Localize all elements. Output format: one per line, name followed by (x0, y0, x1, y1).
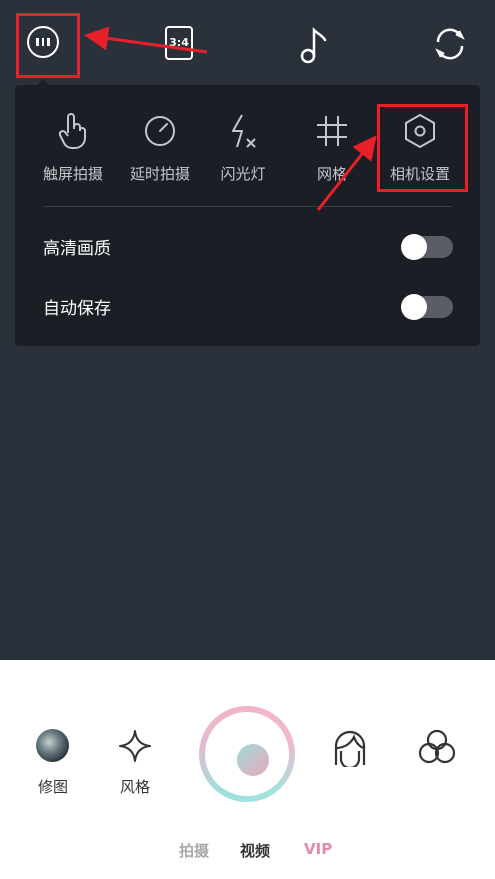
camera-screen: 3:4 触屏拍摄 延时拍摄 闪光灯 网格 相机设置 高清画质 自动保存 修图 风… (0, 0, 495, 879)
shutter-inner (205, 712, 289, 796)
edit-photo-label: 修图 (37, 778, 68, 796)
edit-photo-button[interactable]: 修图 (24, 729, 82, 799)
style-button[interactable]: 风格 (106, 729, 164, 799)
mode-tab-vip[interactable]: VIP (304, 840, 332, 858)
shutter-button[interactable] (199, 706, 295, 802)
filter-icon[interactable] (417, 727, 457, 767)
face-beauty-icon[interactable] (331, 729, 369, 767)
mode-tab-photo[interactable]: 拍摄 (179, 840, 209, 861)
photo-thumbnail (36, 729, 69, 762)
sparkle-icon (119, 730, 151, 762)
record-dot (237, 744, 269, 776)
style-label: 风格 (119, 778, 150, 796)
mode-tab-video[interactable]: 视频 (240, 840, 270, 861)
